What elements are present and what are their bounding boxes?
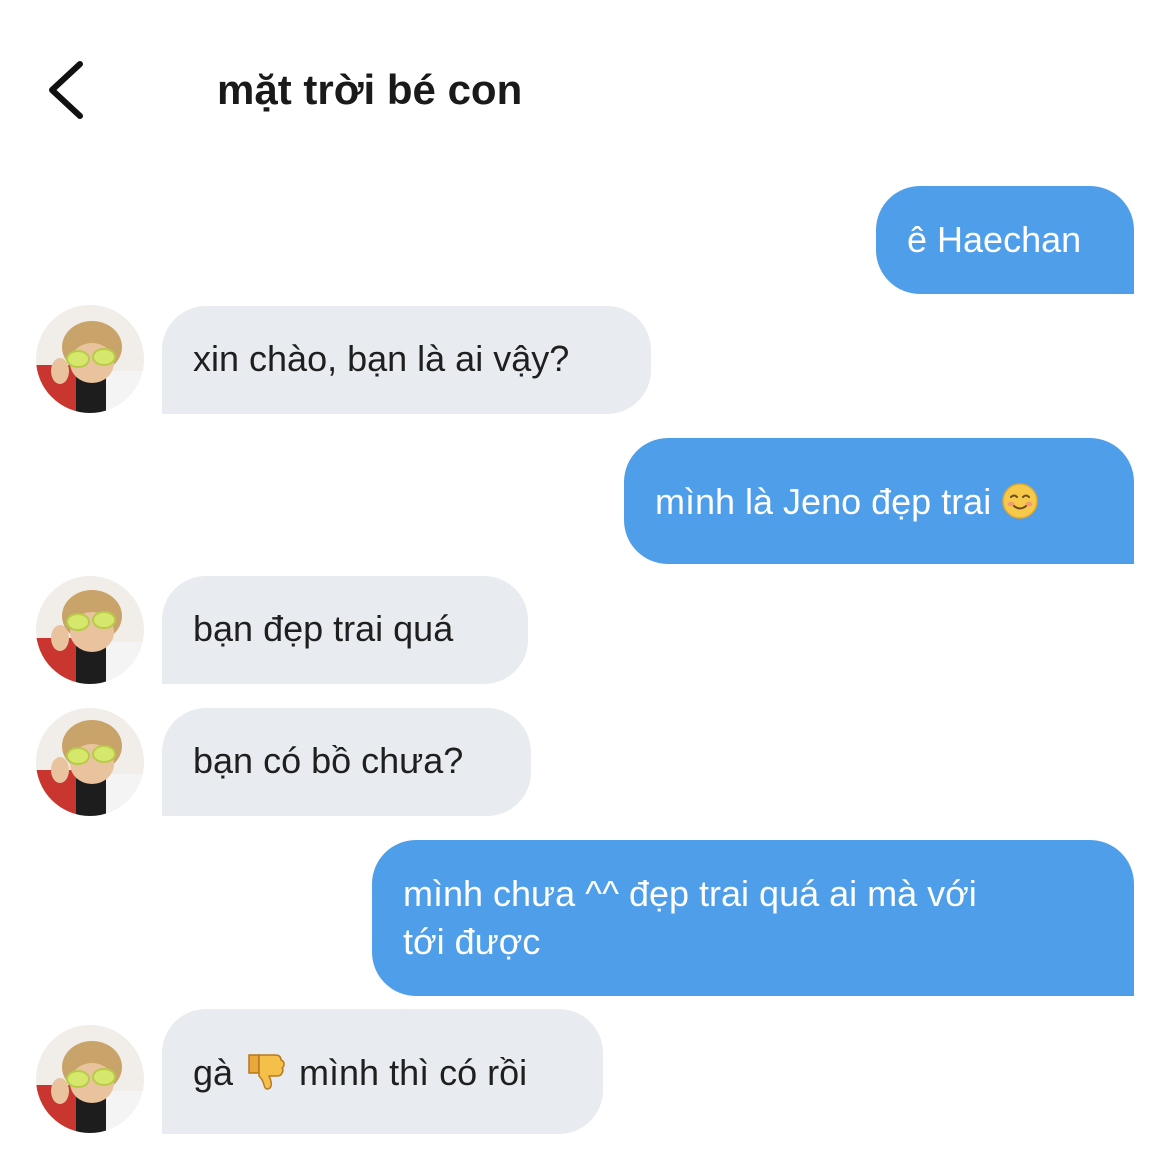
avatar-photo: [36, 708, 144, 816]
chat-title: mặt trời bé con: [217, 66, 523, 113]
avatar-photo: [36, 305, 144, 413]
message-text: bạn có bồ chưa?: [193, 740, 464, 781]
thumbs-down-icon: [248, 1054, 285, 1090]
incoming-message[interactable]: gà mình thì có rồi: [162, 1009, 603, 1134]
avatar[interactable]: [36, 708, 144, 816]
message-text: bạn đẹp trai quá: [193, 608, 454, 649]
avatar[interactable]: [36, 1025, 144, 1133]
outgoing-message[interactable]: ê Haechan: [876, 186, 1134, 294]
message-text: ê Haechan: [907, 219, 1082, 260]
smiling-face-icon: [1002, 483, 1038, 519]
avatar[interactable]: [36, 576, 144, 684]
message-text-line-2: tới được: [403, 921, 541, 962]
back-button[interactable]: [30, 50, 100, 130]
incoming-message[interactable]: bạn đẹp trai quá: [162, 576, 528, 684]
avatar-photo: [36, 576, 144, 684]
incoming-message[interactable]: xin chào, bạn là ai vậy?: [162, 306, 651, 414]
message-text: xin chào, bạn là ai vậy?: [193, 338, 570, 379]
avatar[interactable]: [36, 305, 144, 413]
avatar-photo: [36, 1025, 144, 1133]
outgoing-message[interactable]: mình chưa ^^ đẹp trai quá ai mà với tới …: [372, 840, 1134, 996]
message-text: mình là Jeno đẹp trai: [655, 481, 992, 522]
message-text-line-1: mình chưa ^^ đẹp trai quá ai mà với: [403, 873, 977, 914]
message-text: mình thì có rồi: [299, 1052, 528, 1093]
incoming-message[interactable]: bạn có bồ chưa?: [162, 708, 531, 816]
chat-header: mặt trời bé con: [0, 0, 1169, 170]
outgoing-message[interactable]: mình là Jeno đẹp trai: [624, 438, 1134, 564]
chevron-left-icon: [49, 61, 83, 119]
message-prefix: gà: [193, 1052, 234, 1093]
